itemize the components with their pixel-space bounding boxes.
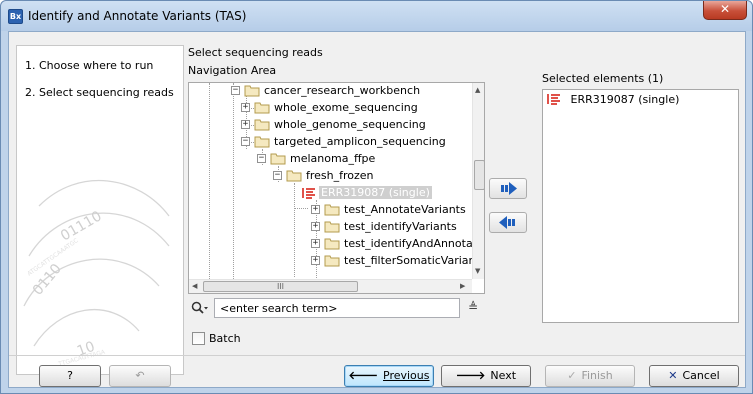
- finish-label: Finish: [581, 369, 613, 382]
- window-title: Identify and Annotate Variants (TAS): [28, 9, 247, 23]
- tree-item-label: melanoma_ffpe: [290, 152, 376, 165]
- folder-icon: [324, 238, 340, 250]
- cancel-label: Cancel: [682, 369, 720, 382]
- batch-checkbox[interactable]: [192, 332, 205, 345]
- tree-item-label: cancer_research_workbench: [264, 84, 421, 97]
- tree-item-label: test_identifyAndAnnota: [344, 237, 473, 250]
- selected-elements-list[interactable]: ERR319087 (single): [542, 89, 739, 323]
- footer-divider: [9, 355, 745, 356]
- tree-horizontal-scrollbar[interactable]: ◀ III ▶: [189, 279, 472, 293]
- tree-item-label: targeted_amplicon_sequencing: [274, 135, 446, 148]
- navigation-area-label: Navigation Area: [188, 64, 277, 77]
- navigation-tree[interactable]: − cancer_research_workbench + whole_exom…: [188, 82, 485, 294]
- batch-label[interactable]: Batch: [209, 332, 241, 345]
- arrow-left-icon: 🡐: [348, 369, 379, 382]
- dialog-window: Bx Identify and Annotate Variants (TAS) …: [0, 0, 753, 394]
- folder-icon: [254, 119, 270, 131]
- step-choose-where-to-run[interactable]: 1. Choose where to run: [25, 59, 153, 72]
- cancel-button[interactable]: ✕ Cancel: [649, 365, 739, 387]
- scroll-left-arrow-icon[interactable]: ◀: [192, 282, 197, 290]
- watermark-graphic: 01110 0110 10 ATGCATTGCAAATGC TTGACAGTTA…: [23, 179, 170, 368]
- arrow-right-icon: [501, 182, 517, 195]
- reset-icon: ↶: [135, 369, 145, 382]
- app-icon: Bx: [8, 9, 23, 24]
- next-button[interactable]: 🡒 Next: [441, 365, 531, 387]
- folder-icon: [324, 221, 340, 233]
- step-select-sequencing-reads[interactable]: 2. Select sequencing reads: [25, 86, 174, 99]
- expand-toggle[interactable]: +: [311, 239, 320, 248]
- title-bar[interactable]: Bx Identify and Annotate Variants (TAS) …: [1, 1, 752, 31]
- help-button[interactable]: ?: [39, 365, 101, 387]
- collapse-toggle[interactable]: −: [257, 154, 266, 163]
- collapse-toggle[interactable]: −: [241, 137, 250, 146]
- tree-item-label: test_AnnotateVariants: [344, 203, 466, 216]
- selected-elements-label: Selected elements (1): [542, 72, 664, 85]
- tree-item-label: test_filterSomaticVariar: [344, 254, 474, 267]
- add-to-selected-button[interactable]: [489, 178, 527, 199]
- finish-button[interactable]: ✓ Finish: [545, 365, 635, 387]
- checkmark-icon: ✓: [567, 369, 577, 382]
- cancel-x-icon: ✕: [668, 369, 678, 382]
- arrow-right-icon: 🡒: [455, 369, 486, 382]
- scroll-down-arrow-icon[interactable]: ▼: [475, 267, 480, 275]
- tree-vertical-scrollbar[interactable]: ▲ ▼: [472, 83, 484, 279]
- scroll-up-arrow-icon[interactable]: ▲: [475, 86, 480, 94]
- folder-icon: [244, 85, 260, 97]
- search-options-icon[interactable]: ≜: [468, 300, 478, 314]
- arrow-left-icon: [499, 216, 515, 229]
- selected-item[interactable]: ERR319087 (single): [547, 93, 679, 106]
- expand-toggle[interactable]: +: [311, 205, 320, 214]
- folder-icon: [324, 255, 340, 267]
- tree-item-label: fresh_frozen: [306, 169, 374, 182]
- expand-toggle[interactable]: +: [241, 120, 250, 129]
- expand-toggle[interactable]: +: [311, 222, 320, 231]
- horizontal-scroll-thumb[interactable]: III: [203, 281, 358, 292]
- dialog-body: 1. Choose where to run 2. Select sequenc…: [8, 31, 746, 388]
- folder-icon: [286, 170, 302, 182]
- search-icon[interactable]: [191, 301, 209, 315]
- search-input[interactable]: [214, 298, 460, 318]
- previous-label: Previous: [383, 369, 430, 382]
- collapse-toggle[interactable]: −: [231, 86, 240, 95]
- reset-button[interactable]: ↶: [109, 365, 171, 387]
- sequence-reads-icon: [547, 94, 560, 105]
- help-label: ?: [67, 369, 73, 382]
- steps-panel: 1. Choose where to run 2. Select sequenc…: [16, 45, 184, 375]
- tree-item-label: whole_exome_sequencing: [274, 101, 418, 114]
- folder-icon: [270, 153, 286, 165]
- tree-item-label-selected: ERR319087 (single): [319, 186, 432, 199]
- scroll-right-arrow-icon[interactable]: ▶: [460, 282, 465, 290]
- previous-button[interactable]: 🡐 Previous: [344, 365, 434, 387]
- section-title: Select sequencing reads: [188, 46, 323, 59]
- vertical-scroll-thumb[interactable]: [474, 160, 484, 190]
- remove-from-selected-button[interactable]: [489, 212, 527, 233]
- expand-toggle[interactable]: +: [241, 103, 250, 112]
- tree-item-label: test_identifyVariants: [344, 220, 457, 233]
- folder-icon: [324, 204, 340, 216]
- svg-text:01110: 01110: [58, 208, 105, 244]
- tree-item-label: whole_genome_sequencing: [274, 118, 426, 131]
- selected-item-label: ERR319087 (single): [570, 93, 680, 106]
- close-button[interactable]: ✕: [703, 1, 747, 20]
- folder-icon: [254, 136, 270, 148]
- expand-toggle[interactable]: +: [311, 256, 320, 265]
- collapse-toggle[interactable]: −: [273, 171, 282, 180]
- sequence-reads-icon: [302, 188, 315, 199]
- folder-icon: [254, 102, 270, 114]
- next-label: Next: [490, 369, 517, 382]
